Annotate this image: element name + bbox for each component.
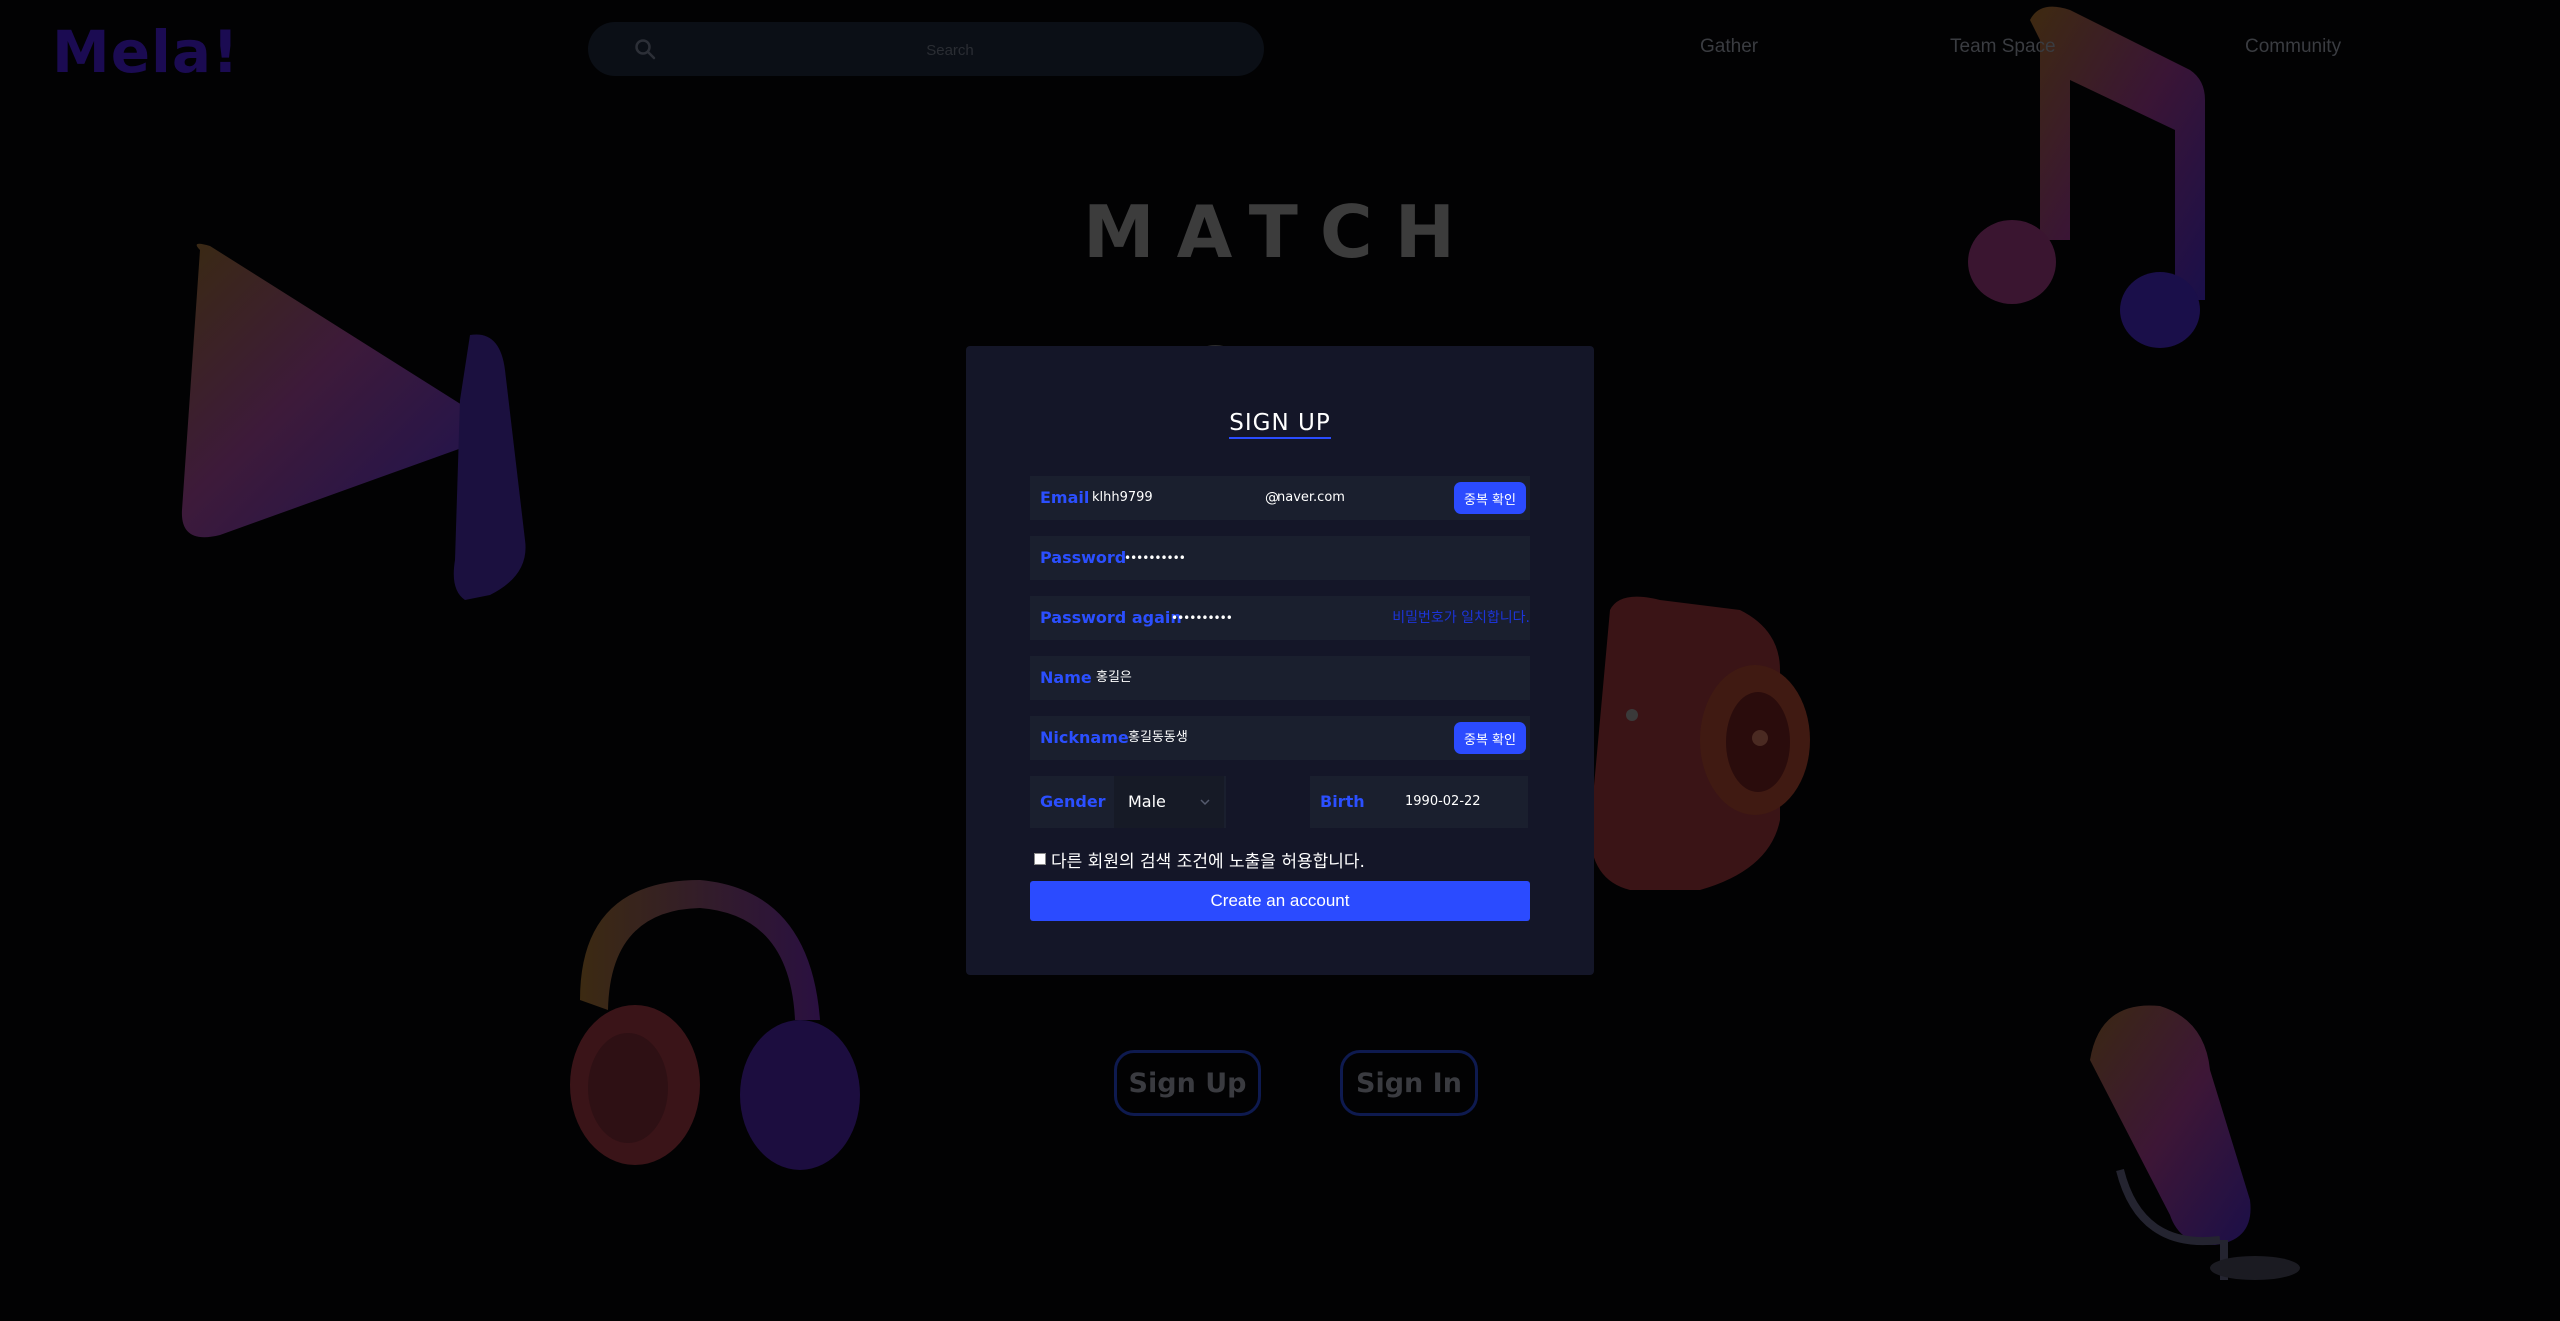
birth-label: Birth <box>1320 792 1365 811</box>
nav-gather[interactable]: Gather <box>1700 36 1758 58</box>
birth-field[interactable]: Birth 1990-02-22 <box>1310 776 1528 828</box>
logo[interactable]: Mela! <box>52 18 240 86</box>
nickname-field[interactable]: Nickname 홍길동동생 중복 확인 <box>1030 716 1530 760</box>
email-local-input[interactable]: klhh9799 <box>1092 476 1153 520</box>
chevron-down-icon <box>1200 799 1210 806</box>
email-domain-input[interactable]: naver.com <box>1277 476 1345 520</box>
page: MATCH C E Sign Up Sign In Mela! Gather T… <box>0 0 2560 1321</box>
nav-community[interactable]: Community <box>2245 36 2341 58</box>
password-again-field[interactable]: Password again •••••••••• 비밀번호가 일치합니다. <box>1030 596 1530 640</box>
password-label: Password <box>1040 548 1127 567</box>
nav-team-space[interactable]: Team Space <box>1950 36 2056 58</box>
agreement-checkbox[interactable] <box>1034 853 1046 865</box>
email-field[interactable]: Email klhh9799 @ naver.com 중복 확인 <box>1030 476 1530 520</box>
nickname-duplicate-check-button[interactable]: 중복 확인 <box>1454 722 1526 754</box>
create-account-button[interactable]: Create an account <box>1030 881 1530 921</box>
nickname-label: Nickname <box>1040 728 1129 747</box>
nickname-input[interactable]: 홍길동동생 <box>1128 716 1188 760</box>
microphone-icon <box>2090 1005 2300 1280</box>
birth-date-input[interactable]: 1990-02-22 <box>1405 776 1481 828</box>
hero-signup-button[interactable]: Sign Up <box>1114 1050 1261 1116</box>
name-input[interactable]: 홍길은 <box>1096 656 1132 700</box>
modal-title: SIGN UP <box>966 410 1594 439</box>
email-label: Email <box>1040 488 1090 507</box>
play-icon <box>181 243 526 600</box>
password-match-message: 비밀번호가 일치합니다. <box>1392 610 1530 626</box>
gender-selected-value: Male <box>1128 792 1166 811</box>
camera-icon <box>1590 596 1810 890</box>
search-icon[interactable] <box>634 38 656 60</box>
modal-title-text: SIGN UP <box>1229 410 1331 439</box>
password-again-input[interactable]: •••••••••• <box>1171 596 1233 640</box>
hero-signin-button[interactable]: Sign In <box>1340 1050 1478 1116</box>
password-input[interactable]: •••••••••• <box>1124 536 1186 580</box>
gender-field: Gender Male <box>1030 776 1226 828</box>
search-bar[interactable] <box>588 22 1264 78</box>
name-label: Name <box>1040 668 1092 687</box>
signup-modal: SIGN UP Email klhh9799 @ naver.com 중복 확인… <box>966 346 1594 975</box>
agreement-text: 다른 회원의 검색 조건에 노출을 허용합니다. <box>1051 851 1365 872</box>
hero-title: MATCH <box>1083 190 1477 274</box>
headphones-icon <box>570 880 860 1170</box>
gender-label: Gender <box>1040 792 1106 811</box>
gender-select[interactable]: Male <box>1114 776 1224 828</box>
search-input[interactable] <box>678 22 1222 78</box>
search-exposure-agreement[interactable]: 다른 회원의 검색 조건에 노출을 허용합니다. <box>1034 848 1365 872</box>
email-duplicate-check-button[interactable]: 중복 확인 <box>1454 482 1526 514</box>
name-field[interactable]: Name 홍길은 <box>1030 656 1530 700</box>
password-again-label: Password again <box>1040 608 1182 627</box>
password-field[interactable]: Password •••••••••• <box>1030 536 1530 580</box>
